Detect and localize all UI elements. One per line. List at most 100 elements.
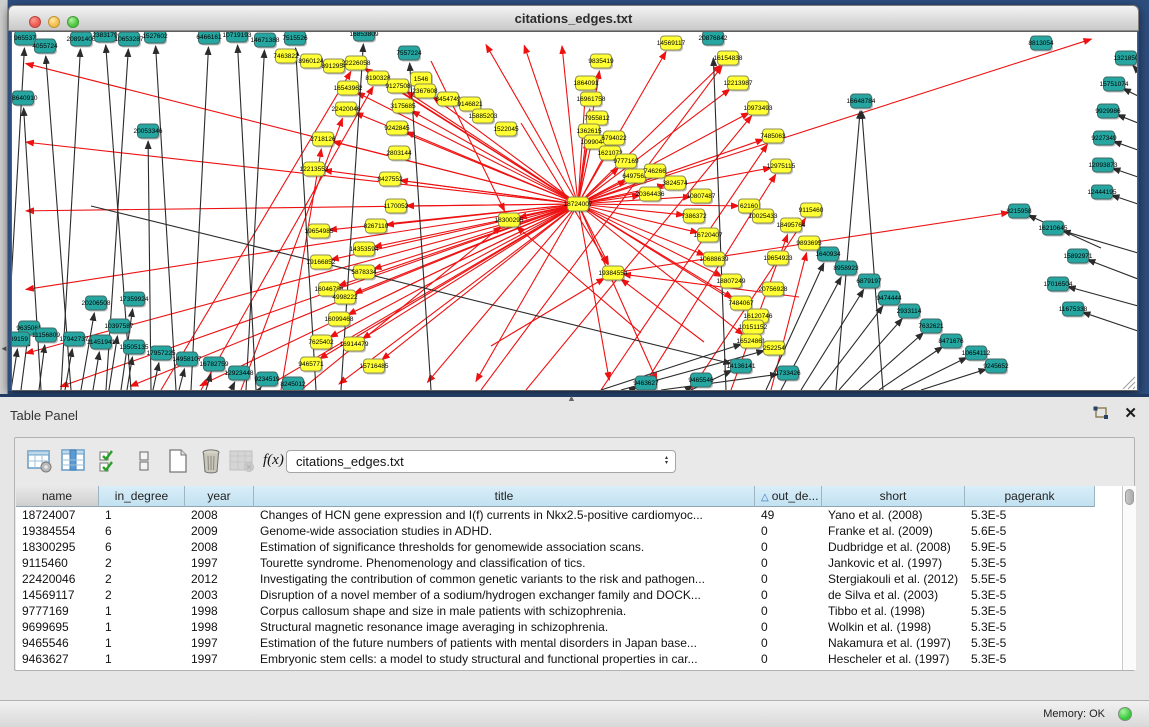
graph-node-yellow[interactable]: 9465771 (298, 357, 324, 373)
citation-edge-black[interactable] (1082, 312, 1137, 331)
graph-node-teal[interactable]: 11156809 (32, 328, 60, 344)
table-cell[interactable]: de Silva et al. (2003) (822, 587, 965, 603)
table-cell[interactable]: 5.3E-5 (965, 619, 1095, 635)
graph-node-yellow[interactable]: 10688639 (700, 252, 729, 268)
graph-node-teal[interactable]: 16210645 (1039, 221, 1068, 237)
graph-node-teal[interactable]: 14671388 (251, 33, 280, 49)
graph-node-teal[interactable]: 9929986 (1095, 104, 1121, 120)
network-window-titlebar[interactable]: citations_edges.txt (8, 5, 1139, 31)
table-cell[interactable]: 1998 (185, 603, 254, 619)
graph-node-yellow[interactable]: 8427552 (377, 172, 403, 188)
table-cell[interactable]: Corpus callosum shape and size in male p… (254, 603, 755, 619)
graph-node-yellow[interactable]: 20756928 (759, 282, 788, 298)
table-cell[interactable]: 0 (755, 571, 822, 587)
graph-node-yellow[interactable]: 252254 (763, 341, 786, 357)
graph-node-yellow[interactable]: 10973493 (744, 101, 773, 117)
table-cell[interactable]: 1997 (185, 555, 254, 571)
graph-node-teal[interactable]: 14958107 (173, 352, 202, 368)
table-cell[interactable]: Embryonic stem cells: a model to study s… (254, 651, 755, 667)
graph-node-yellow[interactable]: 9127508 (385, 79, 411, 95)
graph-node-yellow[interactable]: 19654985 (305, 224, 334, 240)
graph-node-yellow[interactable]: 8960124 (298, 54, 324, 70)
table-row[interactable]: 1830029562008Estimation of significance … (16, 539, 1122, 555)
graph-node-yellow[interactable]: 3175685 (390, 99, 416, 115)
graph-node-yellow[interactable]: 20364436 (636, 187, 665, 203)
table-row[interactable]: 1456911722003Disruption of a novel membe… (16, 587, 1122, 603)
table-cell[interactable]: Tourette syndrome. Phenomenology and cla… (254, 555, 755, 571)
graph-node-teal[interactable]: 17016504 (1044, 277, 1073, 293)
column-header-pagerank[interactable]: pagerank (965, 486, 1095, 507)
citation-edge-black[interactable] (259, 387, 261, 390)
table-cell[interactable]: 19384554 (16, 523, 99, 539)
graph-node-teal[interactable]: 8471676 (938, 334, 964, 350)
graph-node-teal[interactable]: 10719193 (223, 32, 252, 44)
table-cell[interactable]: Disruption of a novel member of a sodium… (254, 587, 755, 603)
graph-node-yellow[interactable]: 14569117 (657, 36, 686, 52)
table-cell[interactable]: 5.6E-5 (965, 523, 1095, 539)
graph-node-yellow[interactable]: 9242845 (384, 121, 410, 137)
citation-edge-black[interactable] (191, 47, 208, 390)
table-cell[interactable]: 0 (755, 587, 822, 603)
graph-node-teal[interactable]: 17957225 (147, 346, 176, 362)
table-cell[interactable]: Estimation of significance thresholds fo… (254, 539, 755, 555)
table-cell[interactable]: Stergiakouli et al. (2012) (822, 571, 965, 587)
graph-node-yellow[interactable]: 18495764 (777, 218, 806, 234)
new-table-icon[interactable] (165, 448, 191, 474)
graph-node-teal[interactable]: 20876842 (699, 32, 728, 47)
graph-node-yellow[interactable]: 1170052 (384, 199, 409, 215)
table-cell[interactable]: 0 (755, 523, 822, 539)
graph-node-teal[interactable]: 10653287 (115, 32, 144, 48)
scrollbar-thumb[interactable] (1125, 489, 1134, 505)
table-cell[interactable]: 2009 (185, 523, 254, 539)
graph-node-yellow[interactable]: 19654923 (764, 251, 793, 267)
citation-edge-black[interactable] (231, 382, 235, 390)
graph-node-yellow[interactable]: 16720407 (694, 228, 723, 244)
citation-edge-black[interactable] (862, 111, 883, 390)
table-cell[interactable]: 0 (755, 555, 822, 571)
table-cell[interactable]: 2008 (185, 539, 254, 555)
graph-node-yellow[interactable]: 9893695 (796, 236, 822, 252)
citation-edge-black[interactable] (601, 344, 741, 390)
table-row[interactable]: 1872400712008Changes of HCN gene express… (16, 507, 1122, 523)
table-row[interactable]: 946554611997Estimation of the future num… (16, 635, 1122, 651)
column-header-short[interactable]: short (822, 486, 965, 507)
citation-edge-black[interactable] (713, 58, 726, 390)
column-header-in_degree[interactable]: in_degree (99, 486, 185, 507)
graph-node-teal[interactable]: 11675338 (1059, 302, 1088, 318)
graph-node-yellow[interactable]: 18807249 (717, 274, 746, 290)
network-window[interactable]: citations_edges.txt 18724007965537405572… (8, 5, 1139, 391)
table-row[interactable]: 911546021997Tourette syndrome. Phenomeno… (16, 555, 1122, 571)
table-cell[interactable]: 18724007 (16, 507, 99, 523)
table-cell[interactable]: 6 (99, 539, 185, 555)
table-cell[interactable]: 1997 (185, 651, 254, 667)
table-cell[interactable]: 1998 (185, 619, 254, 635)
graph-node-teal[interactable]: 16853809 (350, 32, 379, 43)
graph-node-teal[interactable]: 6879197 (856, 274, 882, 290)
graph-node-teal[interactable]: 9245652 (983, 359, 1009, 375)
graph-node-teal[interactable]: 6466161 (196, 32, 222, 46)
graph-node-yellow[interactable]: 3824574 (662, 176, 688, 192)
citation-edge-black[interactable] (246, 50, 264, 390)
table-cell[interactable]: 5.3E-5 (965, 651, 1095, 667)
graph-node-teal[interactable]: 10397587 (105, 319, 134, 335)
graph-node-teal[interactable]: 11451941 (87, 335, 116, 351)
graph-node-yellow[interactable]: 15716485 (360, 359, 389, 375)
left-panel-collapse-strip[interactable]: ◄ (0, 0, 8, 397)
table-cell[interactable]: 5.3E-5 (965, 507, 1095, 523)
table-cell[interactable]: 18300295 (16, 539, 99, 555)
graph-node-teal[interactable]: 12923448 (225, 366, 254, 382)
graph-node-yellow[interactable]: 16914479 (340, 337, 369, 353)
graph-node-yellow[interactable]: 16524861 (737, 334, 766, 350)
graph-node-teal[interactable]: 20053346 (134, 124, 163, 140)
graph-node-yellow[interactable]: 2718126 (310, 132, 336, 148)
graph-node-yellow[interactable]: 7386372 (681, 209, 707, 225)
column-checklist-icon[interactable] (97, 448, 123, 474)
graph-node-teal[interactable]: 39159 (12, 332, 31, 348)
graph-node-teal[interactable]: 9474444 (876, 291, 902, 307)
column-edit-icon[interactable] (61, 448, 87, 474)
table-cell[interactable]: 6 (99, 523, 185, 539)
table-cell[interactable]: 9699695 (16, 619, 99, 635)
graph-node-teal[interactable]: 7632621 (918, 319, 944, 335)
table-cell[interactable]: Changes of HCN gene expression and I(f) … (254, 507, 755, 523)
graph-node-teal[interactable]: 18640910 (12, 91, 38, 107)
